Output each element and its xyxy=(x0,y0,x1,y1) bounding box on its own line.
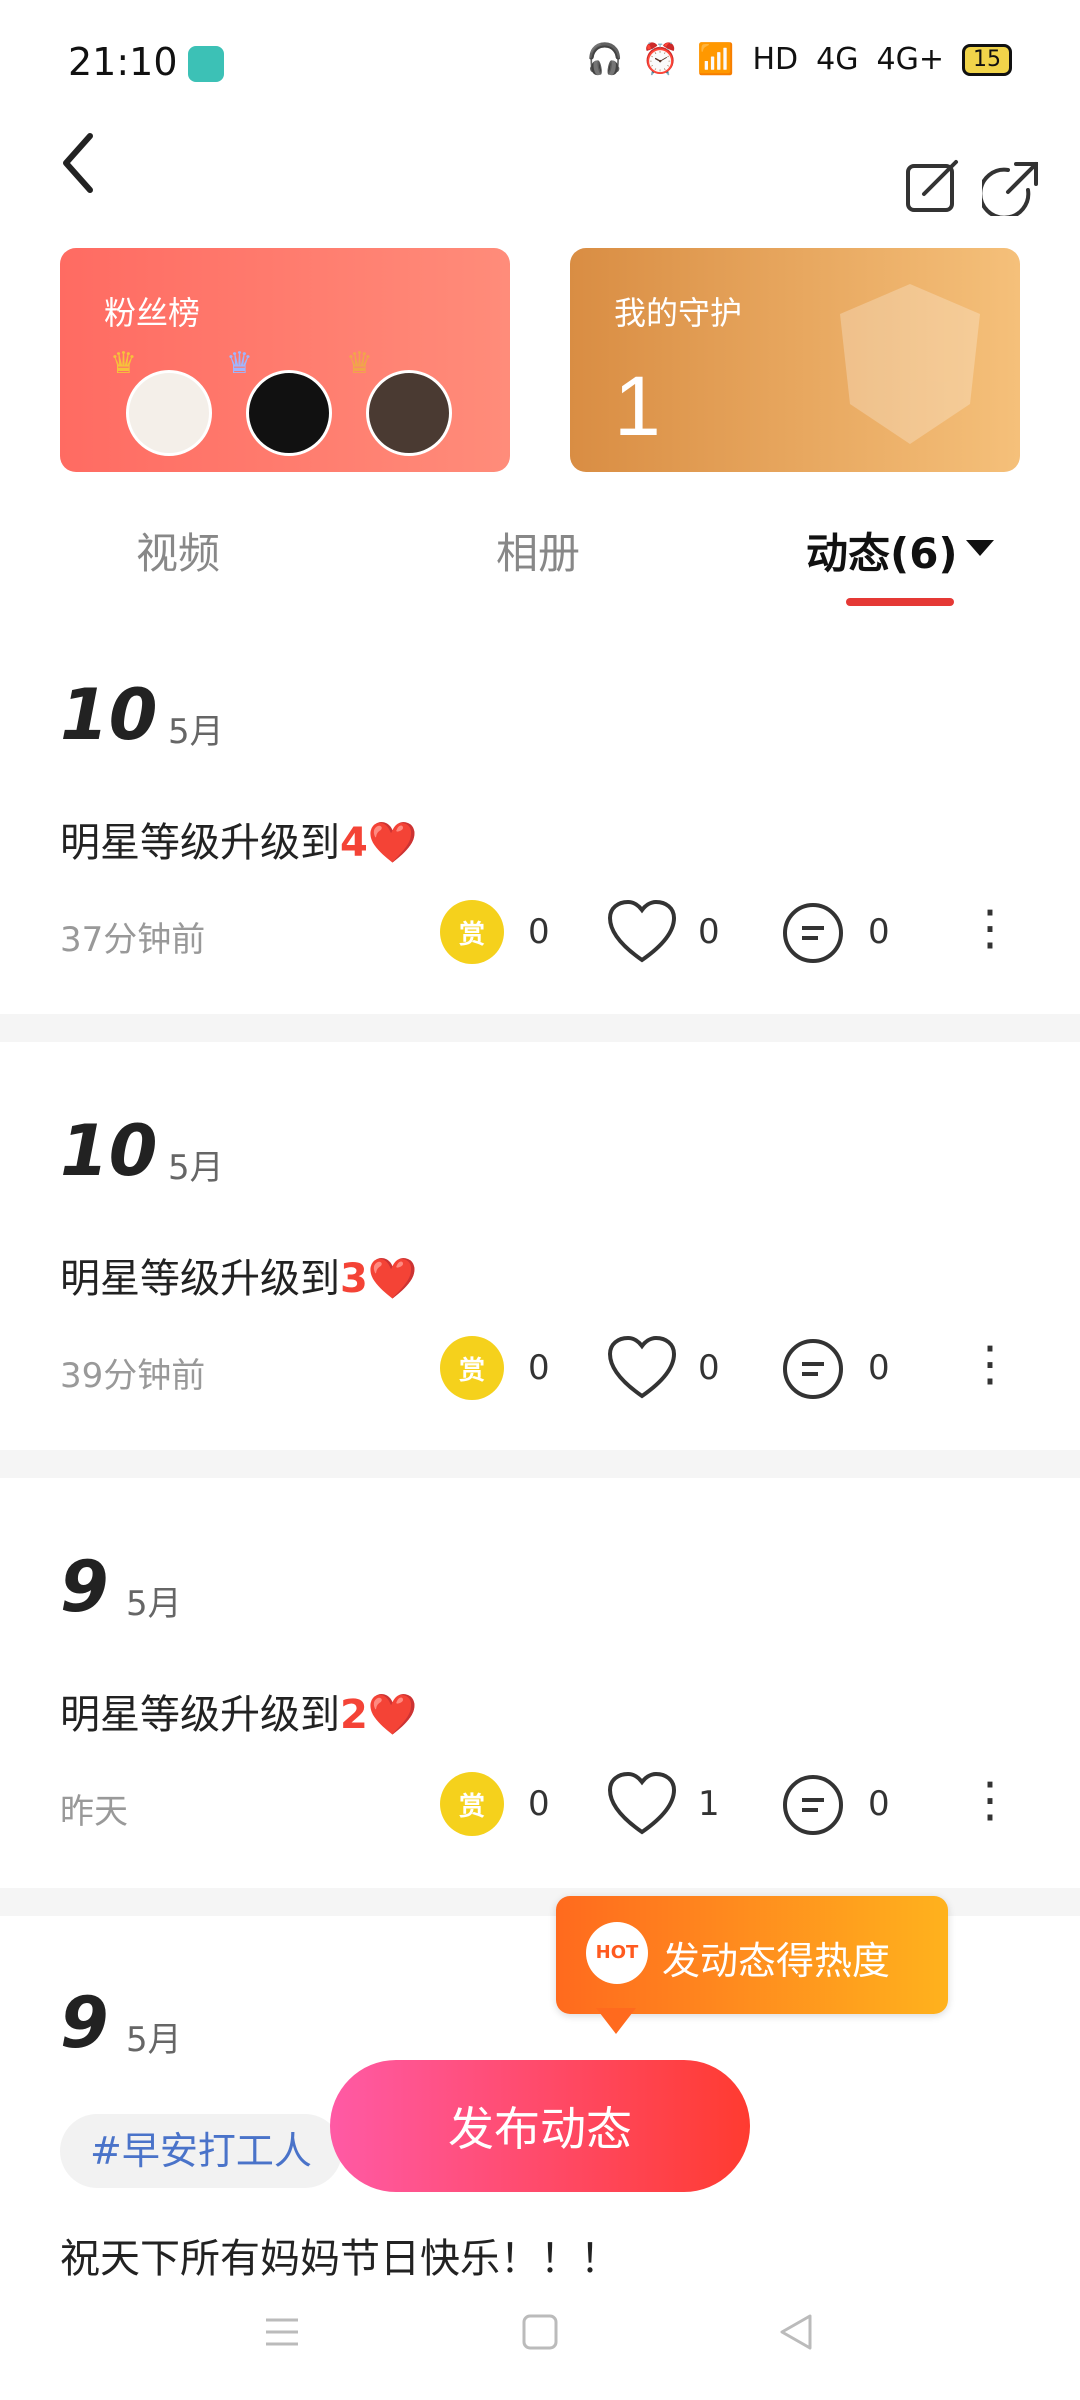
wifi-icon: 📶 xyxy=(697,42,735,77)
sim1-label: 4G xyxy=(816,42,859,77)
post-day: 9 xyxy=(60,1546,109,1628)
post-month: 5月 xyxy=(126,1584,182,1624)
more-options-icon[interactable]: ⋮ xyxy=(966,1340,1014,1388)
heart-icon: ❤️ xyxy=(367,1692,418,1738)
like-count: 0 xyxy=(698,1348,720,1388)
reward-count: 0 xyxy=(528,1784,550,1824)
like-count: 0 xyxy=(698,912,720,952)
like-icon[interactable] xyxy=(606,1770,678,1838)
post-text-content: 明星等级升级到 xyxy=(60,1692,340,1738)
hot-tooltip[interactable]: HOT 发动态得热度 xyxy=(556,1896,948,2014)
post-text: 祝天下所有妈妈节日快乐！！！ xyxy=(60,2236,620,2282)
guard-card-title: 我的守护 xyxy=(614,294,743,332)
level-number: 4 xyxy=(340,820,368,866)
tab-album[interactable]: 相册 xyxy=(496,520,580,581)
edit-icon[interactable] xyxy=(904,156,962,214)
crown-icon: ♛ xyxy=(110,346,137,381)
post-divider xyxy=(0,1450,1080,1478)
fan-avatar-2[interactable] xyxy=(246,370,332,456)
post-text: 明星等级升级到4❤️ xyxy=(60,810,418,868)
post-month: 5月 xyxy=(168,712,224,752)
home-nav-icon[interactable] xyxy=(520,2312,560,2352)
alarm-icon: ⏰ xyxy=(641,42,680,77)
comment-count: 0 xyxy=(868,1348,890,1388)
hot-badge-icon: HOT xyxy=(586,1922,648,1984)
hot-tooltip-pointer xyxy=(596,2008,636,2034)
level-number: 2 xyxy=(340,1692,368,1738)
status-time: 21:10 xyxy=(68,40,178,84)
post-day: 10 xyxy=(60,1110,158,1192)
guard-count: 1 xyxy=(614,359,661,453)
post-month: 5月 xyxy=(168,1148,224,1188)
hashtag-chip[interactable]: #早安打工人 xyxy=(60,2114,342,2188)
post-time: 37分钟前 xyxy=(60,920,206,960)
reward-count: 0 xyxy=(528,1348,550,1388)
back-nav-icon[interactable] xyxy=(776,2312,816,2352)
comment-icon[interactable] xyxy=(780,1336,846,1402)
tab-dropdown-icon[interactable] xyxy=(966,540,994,556)
back-arrow-icon[interactable] xyxy=(56,128,104,198)
fan-avatar-3[interactable] xyxy=(366,370,452,456)
heart-icon: ❤️ xyxy=(367,1256,418,1302)
post-time: 昨天 xyxy=(60,1792,128,1832)
comment-icon[interactable] xyxy=(780,1772,846,1838)
reward-count: 0 xyxy=(528,912,550,952)
fans-ranking-card[interactable]: 粉丝榜 ♛ ♛ ♛ xyxy=(60,248,510,472)
post-month: 5月 xyxy=(126,2020,182,2060)
like-count: 1 xyxy=(698,1784,720,1824)
tab-active-indicator xyxy=(846,598,954,606)
publish-moment-button[interactable]: 发布动态 xyxy=(330,2060,750,2192)
more-options-icon[interactable]: ⋮ xyxy=(966,1776,1014,1824)
reward-icon[interactable]: 赏 xyxy=(440,1336,504,1400)
tab-moments[interactable]: 动态(6) xyxy=(806,520,958,581)
post-divider xyxy=(0,1014,1080,1042)
post-text: 明星等级升级到2❤️ xyxy=(60,1682,418,1740)
level-number: 3 xyxy=(340,1256,368,1302)
fans-card-title: 粉丝榜 xyxy=(104,294,201,332)
post-text-content: 明星等级升级到 xyxy=(60,820,340,866)
status-icons: 🎧 ⏰ 📶 HD 4G 4G+ 15 xyxy=(586,42,1012,77)
tab-videos[interactable]: 视频 xyxy=(136,520,220,581)
post-text: 明星等级升级到3❤️ xyxy=(60,1246,418,1304)
crown-icon: ♛ xyxy=(226,346,253,381)
like-icon[interactable] xyxy=(606,1334,678,1402)
heart-icon: ❤️ xyxy=(367,820,418,866)
share-icon[interactable] xyxy=(982,156,1042,216)
comment-count: 0 xyxy=(868,1784,890,1824)
hot-tooltip-text: 发动态得热度 xyxy=(662,1939,891,1983)
fan-avatar-1[interactable] xyxy=(126,370,212,456)
post-text-content: 明星等级升级到 xyxy=(60,1256,340,1302)
reward-icon[interactable]: 赏 xyxy=(440,900,504,964)
more-options-icon[interactable]: ⋮ xyxy=(966,904,1014,952)
crown-icon: ♛ xyxy=(346,346,373,381)
post-time: 39分钟前 xyxy=(60,1356,206,1396)
comment-count: 0 xyxy=(868,912,890,952)
sim2-label: 4G+ xyxy=(876,42,944,77)
battery-indicator: 15 xyxy=(962,43,1012,76)
menu-nav-icon[interactable] xyxy=(262,2312,302,2352)
shield-icon xyxy=(840,284,980,444)
reward-icon[interactable]: 赏 xyxy=(440,1772,504,1836)
comment-icon[interactable] xyxy=(780,900,846,966)
post-day: 10 xyxy=(60,674,158,756)
app-notification-icon xyxy=(188,46,224,82)
network-label: HD xyxy=(752,42,799,77)
my-guard-card[interactable]: 我的守护 1 xyxy=(570,248,1020,472)
like-icon[interactable] xyxy=(606,898,678,966)
headphones-icon: 🎧 xyxy=(586,42,624,77)
post-day: 9 xyxy=(60,1982,109,2064)
